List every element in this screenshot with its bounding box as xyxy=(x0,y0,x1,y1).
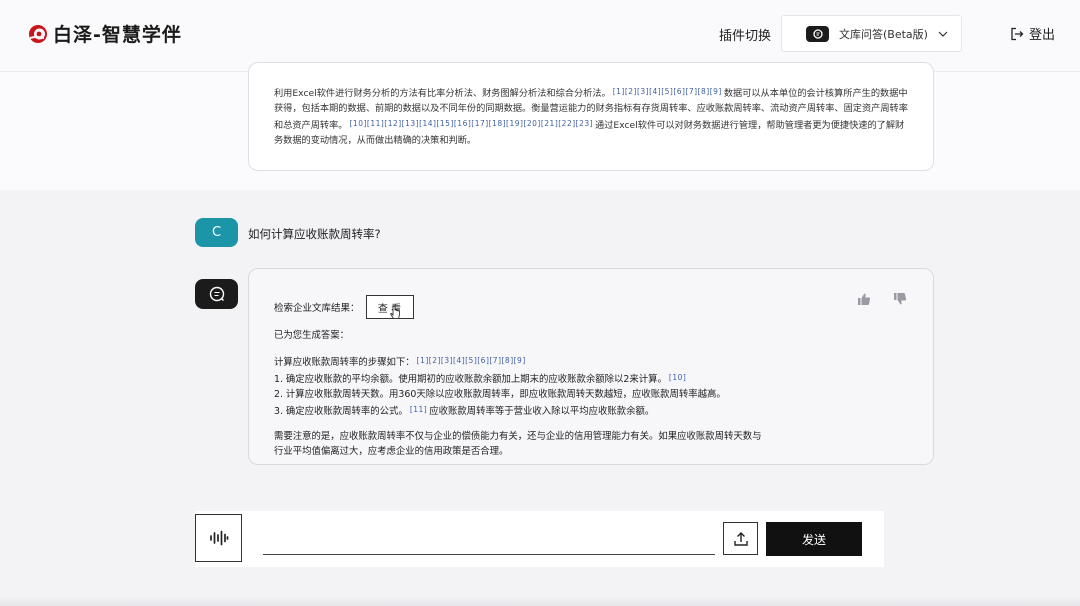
user-avatar: C xyxy=(195,218,238,247)
document-search-icon xyxy=(209,286,224,302)
step-1-text: 1. 确定应收账款的平均余额。使用期初的应收账款余额加上期末的应收账款余额除以2… xyxy=(274,374,667,385)
search-result-label: 检索企业文库结果： xyxy=(274,303,360,314)
previous-answer-text: 利用Excel软件进行财务分析的方法有比率分析法、财务图解分析法和综合分析法。[… xyxy=(274,84,908,148)
note-line: 行业平均值偏离过大，应考虑企业的信用政策是否合理。 xyxy=(274,446,509,457)
bottom-shadow xyxy=(0,596,1080,606)
logout-label: 登出 xyxy=(1029,28,1056,43)
message-input[interactable] xyxy=(263,525,715,555)
steps-intro-text: 计算应收账款周转率的步骤如下： xyxy=(274,357,415,368)
previous-answer-card: 利用Excel软件进行财务分析的方法有比率分析法、财务图解分析法和综合分析法。[… xyxy=(248,62,934,171)
user-question: 如何计算应收账款周转率? xyxy=(248,227,381,241)
document-search-icon xyxy=(806,25,829,42)
view-results-button[interactable]: 查 看 xyxy=(365,295,414,319)
generated-label: 已为您生成答案： xyxy=(274,330,350,341)
step-3-rest: 应收账款周转率等于营业收入除以平均应收账款余额。 xyxy=(429,406,655,417)
citation-links[interactable]: [11] xyxy=(408,405,429,414)
chat-input-bar: 发送 xyxy=(195,511,884,567)
avatar-letter: C xyxy=(211,225,222,240)
send-button[interactable]: 发送 xyxy=(766,522,862,556)
assistant-avatar xyxy=(195,279,238,309)
logout-button[interactable]: 登出 xyxy=(1010,24,1055,43)
plugin-select-dropdown[interactable]: 文库问答(Beta版) xyxy=(781,15,962,52)
chevron-down-icon xyxy=(938,31,948,37)
plugin-selected-value: 文库问答(Beta版) xyxy=(839,27,928,41)
step-3: 3. 确定应收账款周转率的公式。 [11] 应收账款周转率等于营业收入除以平均应收账… xyxy=(274,402,834,419)
search-result-row: 检索企业文库结果： 查 看 xyxy=(274,295,414,319)
baize-logo-icon xyxy=(29,24,47,43)
answer-rating xyxy=(857,292,907,306)
citation-links[interactable]: [10][11][12][13][14][15][16][17][18][19]… xyxy=(348,119,596,128)
answer-body: 已为您生成答案： 计算应收账款周转率的步骤如下： [1][2][3][4][5][… xyxy=(274,328,834,459)
answer-card: 检索企业文库结果： 查 看 已为您生成答案： 计算应收账款周转率的步骤如下： [1… xyxy=(248,268,934,465)
logout-icon xyxy=(1011,27,1024,40)
thumbs-up-icon[interactable] xyxy=(857,292,871,306)
previous-message-area: 利用Excel软件进行财务分析的方法有比率分析法、财务图解分析法和综合分析法。[… xyxy=(0,62,1080,190)
answer-text: 利用Excel软件进行财务分析的方法有比率分析法、财务图解分析法和综合分析法。 xyxy=(274,88,611,99)
upload-icon xyxy=(733,531,748,546)
note-line: 需要注意的是，应收账款周转率不仅与企业的偿债能力有关，还与企业的信用管理能力有关… xyxy=(274,431,762,442)
voice-input-button[interactable] xyxy=(195,514,242,562)
step-3-text: 3. 确定应收账款周转率的公式。 xyxy=(274,406,408,417)
thumbs-down-icon[interactable] xyxy=(893,292,907,306)
voice-wave-icon xyxy=(209,530,228,546)
upload-button[interactable] xyxy=(723,522,758,555)
step-1: 1. 确定应收账款的平均余额。使用期初的应收账款余额加上期末的应收账款余额除以2… xyxy=(274,370,834,387)
steps-intro: 计算应收账款周转率的步骤如下： [1][2][3][4][5][6][7][8][… xyxy=(274,353,834,370)
step-2: 2. 计算应收账款周转天数。用360天除以应收账款周转率，即应收账款周转天数越短… xyxy=(274,389,726,400)
citation-links[interactable]: [10] xyxy=(667,373,688,382)
plugin-switch-label: 插件切换 xyxy=(719,29,772,44)
mouse-cursor-icon xyxy=(389,306,400,319)
citation-links[interactable]: [1][2][3][4][5][6][7][8][9] xyxy=(611,87,724,96)
brand-logo[interactable]: 白泽-智慧学伴 xyxy=(28,20,182,47)
app-name: 白泽-智慧学伴 xyxy=(53,24,182,46)
citation-links[interactable]: [1][2][3][4][5][6][7][8][9] xyxy=(415,356,528,365)
